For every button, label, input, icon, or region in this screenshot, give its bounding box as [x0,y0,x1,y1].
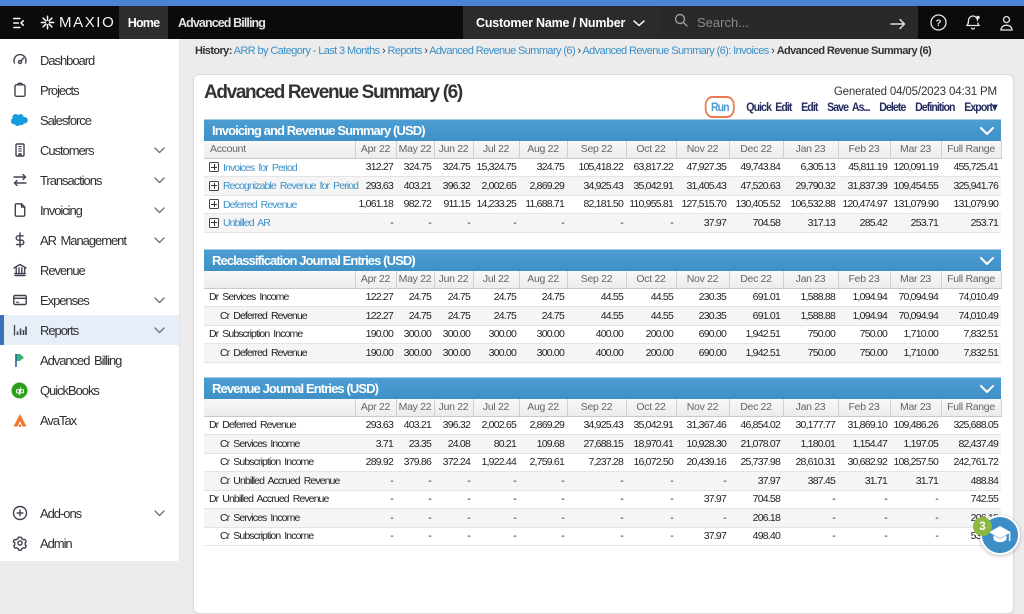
svg-text:?: ? [936,18,942,29]
svg-text:qb: qb [16,386,25,395]
